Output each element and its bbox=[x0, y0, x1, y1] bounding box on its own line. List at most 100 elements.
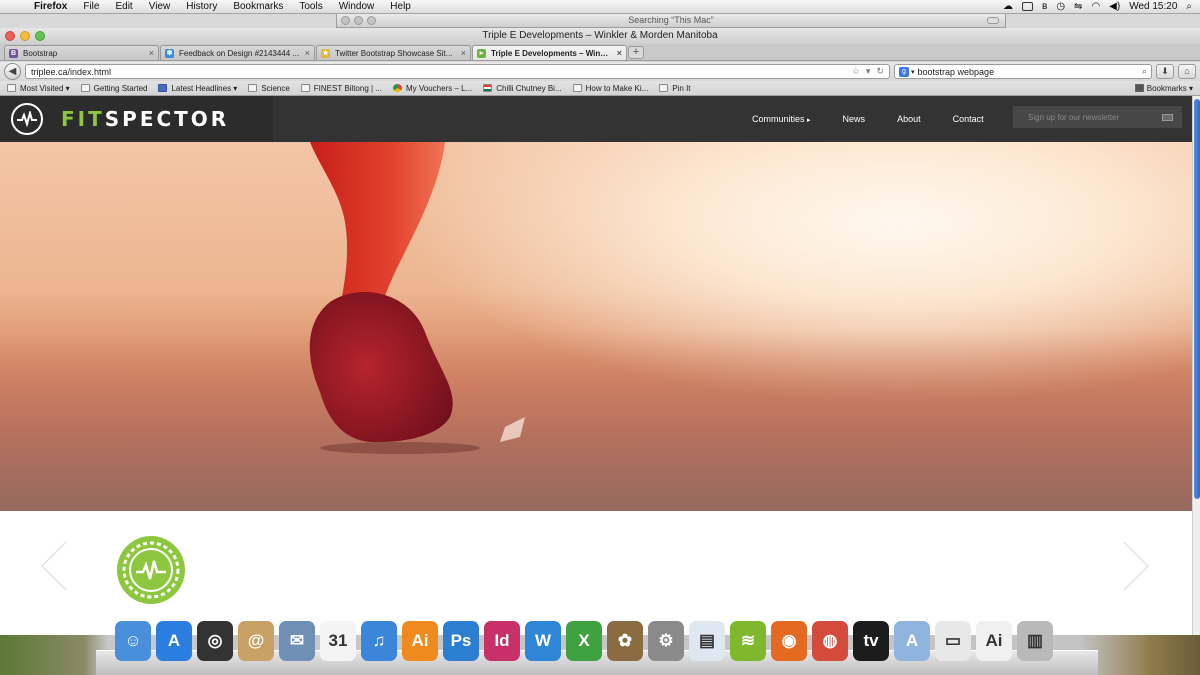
firefox-dock-icon[interactable]: ◉ bbox=[771, 621, 807, 661]
photoshop-dock-icon[interactable]: Ps bbox=[443, 621, 479, 661]
wifi-icon[interactable]: ◠ bbox=[1091, 1, 1100, 12]
app-store-dock-icon[interactable]: A bbox=[156, 621, 192, 661]
menu-help[interactable]: Help bbox=[382, 1, 419, 12]
nav-contact[interactable]: Contact bbox=[953, 114, 984, 124]
scrollbar-thumb[interactable] bbox=[1194, 99, 1200, 499]
menu-tools[interactable]: Tools bbox=[291, 1, 330, 12]
tab-label: Feedback on Design #2143444 ... bbox=[179, 48, 300, 58]
illustrator-dock-icon[interactable]: Ai bbox=[402, 621, 438, 661]
bookmark-label: Pin It bbox=[672, 83, 691, 93]
search-engine-dropdown-icon[interactable]: ▾ bbox=[911, 68, 915, 76]
close-tab-icon[interactable]: × bbox=[149, 48, 154, 58]
page-icon bbox=[248, 84, 258, 92]
photo-booth-dock-icon[interactable]: ◍ bbox=[812, 621, 848, 661]
new-tab-button[interactable]: + bbox=[628, 46, 644, 59]
creative-cloud-icon[interactable]: ☁ bbox=[1003, 1, 1013, 12]
url-bar[interactable]: triplee.ca/index.html ☆ ▾ ↻ bbox=[25, 64, 890, 79]
bookmark-label: Latest Headlines ▾ bbox=[171, 83, 238, 93]
history-dropdown-icon[interactable]: ▾ bbox=[866, 66, 871, 77]
calendar-dock-icon[interactable]: 31 bbox=[320, 621, 356, 661]
battery-status-icon[interactable] bbox=[1022, 2, 1033, 11]
time-machine-icon[interactable]: ◷ bbox=[1056, 1, 1065, 12]
tab-feedback[interactable]: ✱ Feedback on Design #2143444 ... × bbox=[160, 45, 315, 60]
downloads-stack-dock-icon[interactable]: Ai bbox=[976, 621, 1012, 661]
bookmark-most-visited[interactable]: Most Visited ▾ bbox=[7, 84, 70, 93]
clock[interactable]: Wed 15:20 bbox=[1129, 1, 1177, 12]
bookmark-finest-biltong[interactable]: FINEST Biltong | ... bbox=[300, 84, 382, 93]
system-preferences-dock-icon[interactable]: ⚙ bbox=[648, 621, 684, 661]
tab-bootstrap-showcase[interactable]: ★ Twitter Bootstrap Showcase Sit... × bbox=[316, 45, 471, 60]
bookmark-science[interactable]: Science bbox=[248, 84, 290, 93]
bluetooth-icon[interactable]: ʙ bbox=[1042, 1, 1047, 12]
excel-dock-icon[interactable]: X bbox=[566, 621, 602, 661]
nav-communities[interactable]: Communities ▸ bbox=[752, 114, 811, 124]
newsletter-input[interactable]: Sign up for our newsletter bbox=[1013, 106, 1182, 128]
sync-icon[interactable]: ⇋ bbox=[1074, 1, 1082, 12]
close-tab-icon[interactable]: × bbox=[617, 48, 622, 58]
bookmarks-menu-button[interactable]: Bookmarks ▾ bbox=[1134, 84, 1193, 93]
back-button[interactable]: ◀ bbox=[4, 63, 21, 80]
carousel-prev-arrow-icon[interactable] bbox=[40, 541, 68, 591]
volume-icon[interactable]: ◀) bbox=[1109, 1, 1120, 12]
star-favicon-icon: ★ bbox=[321, 48, 330, 58]
toolbar-toggle-button[interactable] bbox=[987, 17, 999, 24]
trash-dock-icon[interactable]: ▥ bbox=[1017, 621, 1053, 661]
menu-app-firefox[interactable]: Firefox bbox=[26, 1, 75, 12]
finder-dock-icon[interactable]: ☺ bbox=[115, 621, 151, 661]
reload-icon[interactable]: ↻ bbox=[876, 66, 884, 77]
minimize-window-button[interactable] bbox=[20, 31, 30, 41]
folder-icon bbox=[7, 84, 16, 92]
page-icon bbox=[80, 84, 90, 92]
bookmark-how-to-make[interactable]: How to Make Ki... bbox=[572, 84, 648, 93]
bookmark-getting-started[interactable]: Getting Started bbox=[80, 84, 147, 93]
bookmark-label: My Vouchers – L... bbox=[405, 83, 473, 93]
preview-dock-icon[interactable]: ▤ bbox=[689, 621, 725, 661]
page-scrollbar[interactable] bbox=[1192, 96, 1200, 635]
close-tab-icon[interactable]: × bbox=[305, 48, 310, 58]
envelope-icon[interactable] bbox=[1162, 113, 1173, 121]
tab-triple-e[interactable]: ▸ Triple E Developments – Winkle... × bbox=[472, 45, 627, 60]
close-window-button[interactable] bbox=[5, 31, 15, 41]
indesign-dock-icon[interactable]: Id bbox=[484, 621, 520, 661]
close-tab-icon[interactable]: × bbox=[461, 48, 466, 58]
rss-icon bbox=[158, 84, 168, 92]
menu-history[interactable]: History bbox=[178, 1, 225, 12]
search-icon[interactable]: ⌕ bbox=[1142, 66, 1147, 77]
google-engine-icon[interactable]: g bbox=[899, 66, 909, 77]
bookmarks-toolbar: Most Visited ▾ Getting Started Latest He… bbox=[0, 81, 1200, 96]
iphoto-dock-icon[interactable]: ✿ bbox=[607, 621, 643, 661]
bookmark-pin-it[interactable]: Pin It bbox=[659, 83, 691, 93]
menu-file[interactable]: File bbox=[75, 1, 107, 12]
tab-bootstrap[interactable]: B Bootstrap × bbox=[4, 45, 159, 60]
spotify-dock-icon[interactable]: ≋ bbox=[730, 621, 766, 661]
tab-label: Bootstrap bbox=[23, 48, 58, 58]
mail-bird-dock-icon[interactable]: ✉ bbox=[279, 621, 315, 661]
bookmark-my-vouchers[interactable]: My Vouchers – L... bbox=[392, 83, 473, 93]
mac-menubar: Firefox File Edit View History Bookmarks… bbox=[0, 0, 1200, 14]
word-dock-icon[interactable]: W bbox=[525, 621, 561, 661]
bookmark-chilli-chutney[interactable]: Chilli Chutney Bi... bbox=[483, 84, 562, 93]
bookmark-star-icon[interactable]: ☆ bbox=[852, 66, 860, 77]
carousel-next-arrow-icon[interactable] bbox=[1122, 541, 1150, 591]
page-icon bbox=[300, 84, 310, 92]
spotlight-icon[interactable]: ⌕ bbox=[1186, 1, 1192, 12]
nav-news[interactable]: News bbox=[843, 114, 866, 124]
menu-view[interactable]: View bbox=[141, 1, 179, 12]
apple-tv-dock-icon[interactable]: tv bbox=[853, 621, 889, 661]
page-icon bbox=[659, 84, 669, 92]
contacts-dock-icon[interactable]: @ bbox=[238, 621, 274, 661]
bookmark-latest-headlines[interactable]: Latest Headlines ▾ bbox=[158, 84, 237, 93]
documents-stack-dock-icon[interactable]: ▭ bbox=[935, 621, 971, 661]
home-button[interactable]: ⌂ bbox=[1178, 64, 1196, 79]
zoom-window-button[interactable] bbox=[35, 31, 45, 41]
dashboard-dock-icon[interactable]: ◎ bbox=[197, 621, 233, 661]
search-bar[interactable]: g ▾ bootstrap webpage ⌕ bbox=[894, 64, 1152, 79]
menu-window[interactable]: Window bbox=[331, 1, 383, 12]
site-brand[interactable]: FITSPECTOR bbox=[0, 96, 273, 142]
downloads-button[interactable]: ⬇ bbox=[1156, 64, 1174, 79]
itunes-dock-icon[interactable]: ♫ bbox=[361, 621, 397, 661]
applications-folder-dock-icon[interactable]: A bbox=[894, 621, 930, 661]
menu-edit[interactable]: Edit bbox=[107, 1, 140, 12]
nav-about[interactable]: About bbox=[897, 114, 921, 124]
menu-bookmarks[interactable]: Bookmarks bbox=[225, 1, 291, 12]
